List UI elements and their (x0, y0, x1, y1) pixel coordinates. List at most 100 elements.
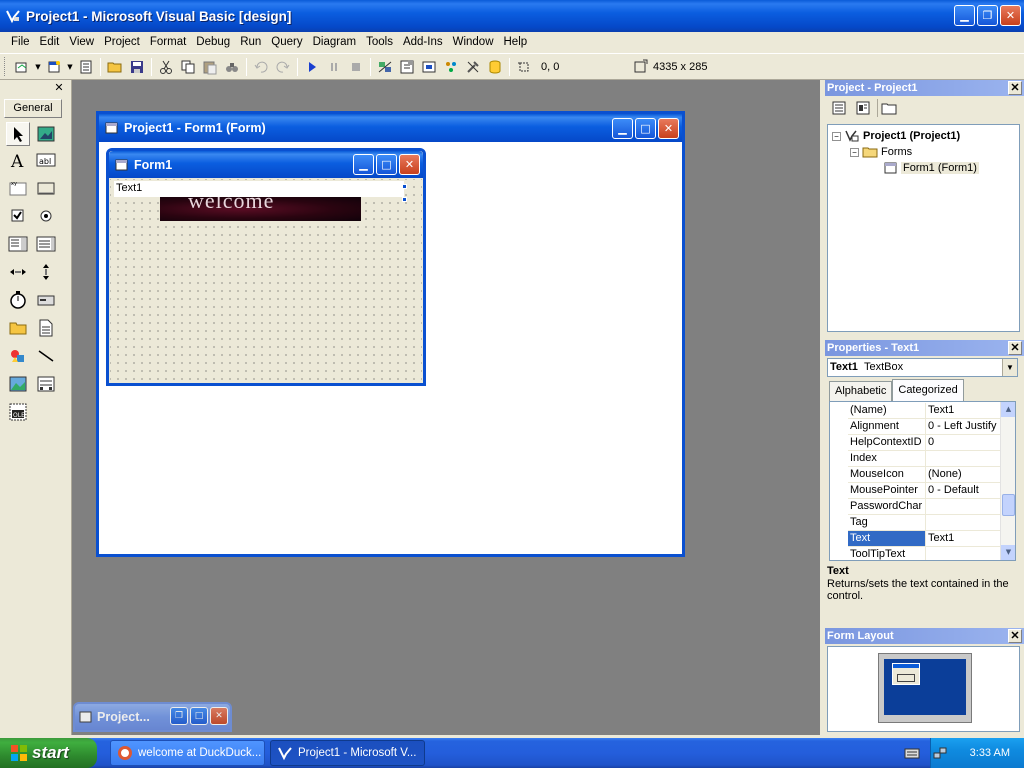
redo-button[interactable] (272, 57, 294, 77)
tree-item-project1[interactable]: − Project1 (Project1) (832, 128, 960, 144)
property-value[interactable] (926, 515, 1000, 530)
toolbox-button[interactable] (462, 57, 484, 77)
form1-maximize-button[interactable]: □ (376, 154, 397, 175)
taskbar-button-duckduckgo[interactable]: welcome at DuckDuck... (110, 740, 265, 766)
undo-button[interactable] (250, 57, 272, 77)
minimized-maximize-button[interactable]: □ (190, 707, 208, 725)
form1-client-area[interactable]: Text1 welcome (110, 179, 422, 382)
form-layout-button[interactable] (418, 57, 440, 77)
property-value[interactable] (926, 451, 1000, 466)
listbox-tool[interactable] (34, 232, 58, 256)
toolbox-general-tab[interactable]: General (4, 99, 62, 118)
menu-editor-button[interactable] (75, 57, 97, 77)
clock[interactable]: 3:33 AM (970, 747, 1010, 759)
add-form-button[interactable] (43, 57, 65, 77)
optionbutton-tool[interactable] (34, 204, 58, 228)
toolbar-grip[interactable] (4, 57, 7, 76)
line-tool[interactable] (34, 344, 58, 368)
paste-button[interactable] (199, 57, 221, 77)
start-button[interactable] (301, 57, 323, 77)
close-button[interactable]: ✕ (1000, 5, 1021, 26)
checkbox-tool[interactable] (6, 204, 30, 228)
menu-diagram[interactable]: Diagram (308, 36, 361, 48)
menu-edit[interactable]: Edit (35, 36, 65, 48)
form-layout-close-button[interactable]: ✕ (1008, 629, 1022, 643)
property-value[interactable] (926, 547, 1000, 560)
form-designer-title-bar[interactable]: Project1 - Form1 (Form) ▁ □ ✕ (99, 114, 682, 142)
menu-project[interactable]: Project (99, 36, 145, 48)
break-button[interactable] (323, 57, 345, 77)
save-project-button[interactable] (126, 57, 148, 77)
combobox-tool[interactable] (6, 232, 30, 256)
property-row[interactable]: Index (848, 451, 1000, 467)
object-selector-combo[interactable]: Text1 TextBox ▼ (827, 358, 1018, 377)
designer-close-button[interactable]: ✕ (658, 118, 679, 139)
minimized-project-window[interactable]: Project... ❐ □ ✕ (73, 702, 232, 732)
keyboard-icon[interactable] (904, 746, 920, 760)
form1-design-surface[interactable]: Form1 ▁ □ ✕ Text1 welcome (106, 148, 426, 386)
property-value[interactable]: (None) (926, 467, 1000, 482)
project-explorer-close-button[interactable]: ✕ (1008, 81, 1022, 95)
ole-tool[interactable]: OLE (6, 400, 30, 424)
selection-handle[interactable] (402, 197, 407, 202)
view-object-button[interactable] (853, 99, 873, 117)
textbox-tool[interactable]: abl (34, 148, 58, 172)
property-value[interactable]: Text1 (926, 531, 1000, 546)
commandbutton-tool[interactable] (34, 176, 58, 200)
filelistbox-tool[interactable] (34, 316, 58, 340)
tab-alphabetic[interactable]: Alphabetic (829, 381, 893, 401)
property-value[interactable]: 0 - Default (926, 483, 1000, 498)
main-title-bar[interactable]: Project1 - Microsoft Visual Basic [desig… (0, 0, 1024, 32)
maximize-button[interactable]: ❐ (977, 5, 998, 26)
property-row[interactable]: (Name) Text1 (848, 403, 1000, 419)
tab-categorized[interactable]: Categorized (892, 379, 964, 401)
shape-tool[interactable] (6, 344, 30, 368)
text1-textbox[interactable]: Text1 (114, 181, 404, 197)
picturebox-tool[interactable] (34, 122, 58, 146)
form1-layout-position[interactable] (892, 663, 920, 685)
tree-item-form1[interactable]: Form1 (Form1) (884, 160, 979, 176)
properties-window-button[interactable] (396, 57, 418, 77)
end-button[interactable] (345, 57, 367, 77)
form-layout-title-bar[interactable]: Form Layout ✕ (825, 628, 1024, 644)
cut-button[interactable] (155, 57, 177, 77)
property-row[interactable]: ToolTipText (848, 547, 1000, 560)
minimized-restore-button[interactable]: ❐ (170, 707, 188, 725)
menu-file[interactable]: File (6, 36, 35, 48)
object-browser-button[interactable] (440, 57, 462, 77)
menu-debug[interactable]: Debug (191, 36, 235, 48)
property-value[interactable]: Text1 (926, 403, 1000, 418)
selection-handle[interactable] (402, 184, 407, 189)
image-tool[interactable] (6, 372, 30, 396)
scroll-up-button[interactable]: ▲ (1001, 402, 1015, 417)
copy-button[interactable] (177, 57, 199, 77)
property-value[interactable]: 0 - Left Justify (926, 419, 1000, 434)
project-explorer-title-bar[interactable]: Project - Project1 ✕ (825, 80, 1024, 96)
timer-tool[interactable] (6, 288, 30, 312)
pointer-tool[interactable] (6, 122, 30, 146)
properties-scrollbar[interactable]: ▲ ▼ (1000, 402, 1015, 560)
designer-minimize-button[interactable]: ▁ (612, 118, 633, 139)
property-row-selected[interactable]: Text Text1 (848, 531, 1000, 547)
add-form-dropdown[interactable]: ▼ (65, 57, 75, 77)
object-selector-dropdown[interactable]: ▼ (1002, 359, 1017, 376)
taskbar-button-visual-basic[interactable]: Project1 - Microsoft V... (270, 740, 425, 766)
form1-minimize-button[interactable]: ▁ (353, 154, 374, 175)
properties-close-button[interactable]: ✕ (1008, 341, 1022, 355)
menu-tools[interactable]: Tools (361, 36, 398, 48)
scroll-down-button[interactable]: ▼ (1001, 545, 1015, 560)
dirlistbox-tool[interactable] (6, 316, 30, 340)
drivelistbox-tool[interactable] (34, 288, 58, 312)
property-value[interactable] (926, 499, 1000, 514)
property-row[interactable]: MouseIcon (None) (848, 467, 1000, 483)
menu-window[interactable]: Window (448, 36, 499, 48)
menu-add-ins[interactable]: Add-Ins (398, 36, 448, 48)
form1-title-bar[interactable]: Form1 ▁ □ ✕ (109, 151, 423, 178)
property-row[interactable]: Alignment 0 - Left Justify (848, 419, 1000, 435)
property-row[interactable]: Tag (848, 515, 1000, 531)
toggle-folders-button[interactable] (877, 99, 897, 117)
form1-close-button[interactable]: ✕ (399, 154, 420, 175)
data-view-button[interactable] (484, 57, 506, 77)
menu-help[interactable]: Help (499, 36, 533, 48)
property-row[interactable]: PasswordChar (848, 499, 1000, 515)
